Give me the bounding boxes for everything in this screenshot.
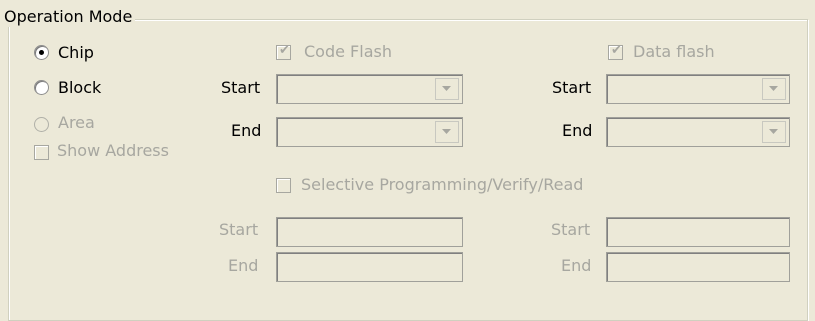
selective-right-end-field [606,252,790,282]
checkbox-box [276,178,291,193]
checkmark-icon: ✔ [611,43,622,58]
selective-programming-label: Selective Programming/Verify/Read [301,175,584,194]
data-flash-start-label: Start [552,78,592,97]
code-flash-end-label: End [231,121,262,140]
code-flash-start-label: Start [221,78,261,97]
code-flash-label: Code Flash [304,42,392,61]
group-title: Operation Mode [4,7,136,27]
chevron-down-icon [762,78,786,100]
radio-dot-icon [39,50,44,55]
code-flash-start-combo [276,74,463,104]
radio-button [34,117,49,132]
show-address-label: Show Address [57,141,169,160]
selective-left-start-field [276,217,463,247]
checkbox-box [34,145,49,160]
radio-chip-label: Chip [58,43,94,62]
selective-right-start-field [606,217,790,247]
radio-button[interactable] [34,45,49,60]
code-flash-end-combo [276,117,463,147]
selective-left-end-field [276,252,463,282]
selective-right-start-label: Start [551,220,591,239]
chevron-down-icon [762,121,786,143]
data-flash-end-label: End [562,121,593,140]
checkbox-box: ✔ [276,43,291,60]
selective-left-start-label: Start [219,220,259,239]
chevron-down-icon [435,121,459,143]
radio-block-label: Block [58,78,102,97]
chevron-down-icon [435,78,459,100]
selective-right-end-label: End [561,256,592,275]
data-flash-label: Data flash [633,42,715,61]
radio-button[interactable] [34,80,49,95]
data-flash-end-combo [606,117,790,147]
selective-left-end-label: End [228,256,259,275]
checkbox-box: ✔ [608,43,623,60]
data-flash-start-combo [606,74,790,104]
radio-area-label: Area [58,113,95,132]
checkmark-icon: ✔ [279,43,290,58]
